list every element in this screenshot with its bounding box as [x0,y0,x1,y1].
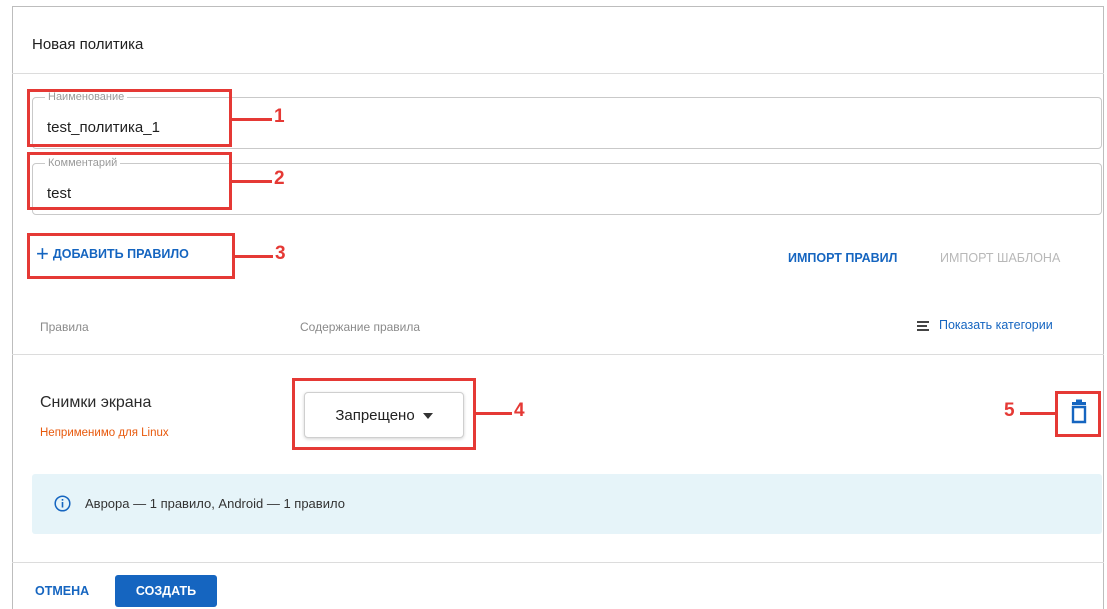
info-banner: Аврора — 1 правило, Android — 1 правило [32,474,1102,534]
annotation-box-1 [27,89,232,147]
annotation-number-2: 2 [274,168,285,189]
annotation-number-4: 4 [514,400,525,421]
annotation-box-3 [27,233,235,279]
create-button[interactable]: СОЗДАТЬ [115,575,217,607]
show-categories-label: Показать категории [939,318,1053,332]
annotation-box-5 [1055,391,1101,437]
annotation-line-3 [235,255,273,258]
list-lines-icon [917,320,929,331]
annotation-line-2 [232,180,272,183]
info-circle-icon [54,495,71,512]
annotation-number-3: 3 [275,243,286,264]
import-rules-button[interactable]: ИМПОРТ ПРАВИЛ [788,251,897,265]
footer-divider [12,562,1104,563]
show-categories-button[interactable]: Показать категории [917,318,1053,332]
annotation-box-2 [27,152,232,210]
annotation-box-4 [292,378,476,450]
column-header-content: Содержание правила [300,320,421,334]
dialog-title: Новая политика [32,36,144,53]
info-text: Аврора — 1 правило, Android — 1 правило [85,496,345,511]
import-template-button[interactable]: ИМПОРТ ШАБЛОНА [940,251,1060,265]
cancel-button[interactable]: ОТМЕНА [29,576,95,606]
column-header-rules: Правила [40,320,89,334]
annotation-line-4 [476,412,512,415]
header-divider [12,73,1104,74]
rule-name: Снимки экрана [40,394,152,411]
annotation-line-1 [232,118,272,121]
annotation-number-1: 1 [274,106,285,127]
annotation-number-5: 5 [1004,400,1015,421]
annotation-line-5 [1020,412,1056,415]
table-divider [12,354,1104,355]
rule-warning: Неприменимо для Linux [40,427,169,439]
